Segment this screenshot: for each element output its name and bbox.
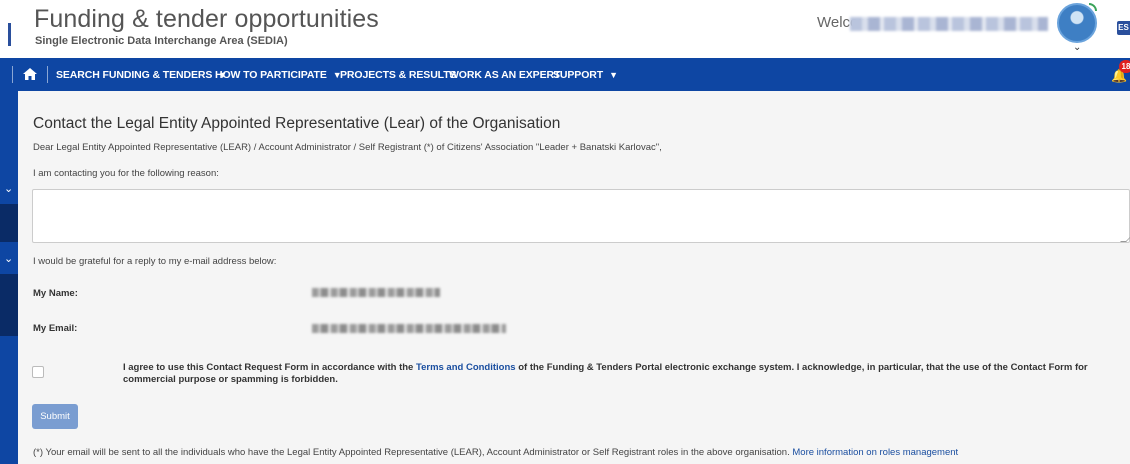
nav-search-funding[interactable]: SEARCH FUNDING & TENDERS ▼ — [56, 69, 227, 81]
terms-checkbox[interactable] — [32, 366, 44, 378]
side-panel-section[interactable] — [0, 274, 18, 336]
language-selector[interactable]: ES — [1117, 21, 1130, 35]
name-value-redacted — [312, 288, 440, 297]
roles-management-link[interactable]: More information on roles management — [792, 447, 958, 458]
side-panel-strip: ⌄ ⌄ — [0, 91, 18, 464]
main-nav: SEARCH FUNDING & TENDERS ▼ HOW TO PARTICI… — [0, 58, 1130, 91]
nav-work-as-expert[interactable]: WORK AS AN EXPERT — [449, 69, 560, 81]
contact-form: Contact the Legal Entity Appointed Repre… — [18, 91, 1130, 464]
nav-item-label: HOW TO PARTICIPATE — [215, 69, 327, 81]
chevron-down-icon[interactable]: ⌄ — [4, 182, 13, 195]
footnote: (*) Your email will be sent to all the i… — [33, 447, 958, 458]
chevron-down-icon[interactable]: ⌄ — [1073, 42, 1081, 53]
greeting-text: Dear Legal Entity Appointed Representati… — [33, 142, 662, 153]
footnote-text: (*) Your email will be sent to all the i… — [33, 447, 790, 458]
reason-textarea[interactable] — [32, 189, 1130, 243]
nav-projects-results[interactable]: PROJECTS & RESULTS — [340, 69, 457, 81]
email-value-redacted — [312, 324, 506, 333]
terms-link[interactable]: Terms and Conditions — [416, 362, 516, 373]
nav-divider — [12, 66, 13, 83]
nav-item-label: PROJECTS & RESULTS — [340, 69, 457, 81]
nav-divider — [47, 66, 48, 83]
page-title: Funding & tender opportunities — [34, 5, 379, 33]
brand-bar — [8, 23, 11, 46]
agree-text-before: I agree to use this Contact Request Form… — [123, 362, 414, 373]
submit-button[interactable]: Submit — [32, 404, 78, 429]
online-status-icon — [1089, 3, 1097, 11]
email-label: My Email: — [33, 323, 78, 334]
name-label: My Name: — [33, 288, 78, 299]
chevron-down-icon[interactable]: ⌄ — [4, 252, 13, 265]
home-icon[interactable] — [22, 67, 38, 81]
nav-item-label: SEARCH FUNDING & TENDERS — [56, 69, 213, 81]
form-heading: Contact the Legal Entity Appointed Repre… — [33, 115, 561, 132]
nav-how-to-participate[interactable]: HOW TO PARTICIPATE ▼ — [215, 69, 342, 81]
reason-prompt: I am contacting you for the following re… — [33, 168, 219, 179]
site-header: Funding & tender opportunities Single El… — [0, 0, 1130, 58]
nav-item-label: WORK AS AN EXPERT — [449, 69, 561, 81]
user-name-redacted — [850, 17, 1048, 31]
notification-badge: 18 — [1119, 60, 1130, 73]
nav-item-label: SUPPORT — [553, 69, 604, 81]
nav-support[interactable]: SUPPORT ▼ — [553, 69, 618, 81]
side-panel-section[interactable] — [0, 204, 18, 242]
terms-agreement-text: I agree to use this Contact Request Form… — [123, 362, 1130, 386]
reply-prompt: I would be grateful for a reply to my e-… — [33, 256, 277, 267]
page-subtitle: Single Electronic Data Interchange Area … — [35, 35, 288, 47]
caret-down-icon: ▼ — [609, 70, 618, 80]
